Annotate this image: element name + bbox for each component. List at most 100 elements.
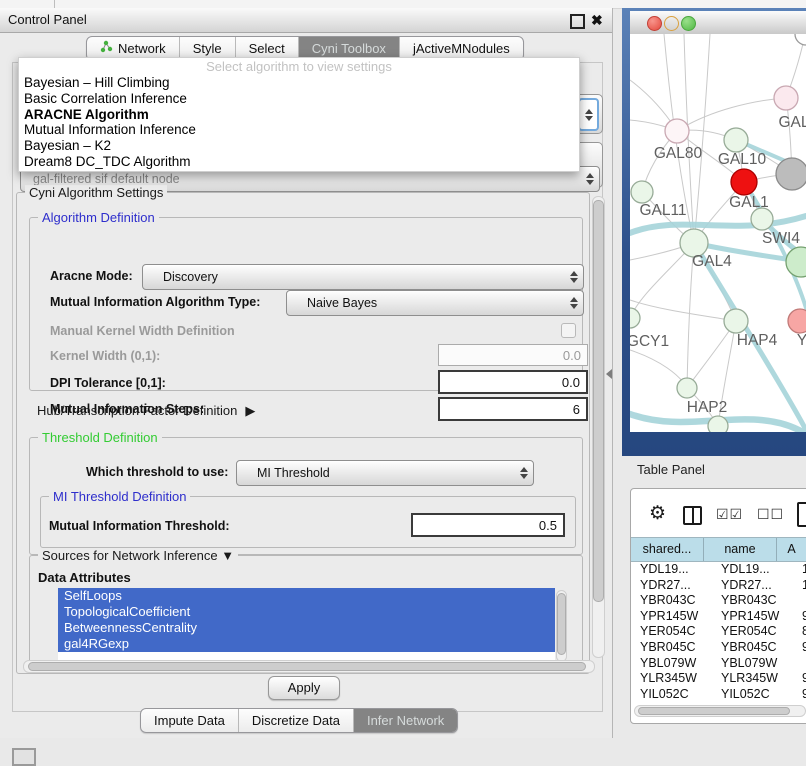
minimize-traffic-light[interactable]	[664, 16, 679, 31]
apply-button[interactable]: Apply	[268, 676, 340, 700]
node-label: HAP2	[687, 399, 728, 416]
mi-type-select[interactable]: Naive Bayes	[286, 290, 584, 316]
network-node-y[interactable]	[788, 309, 806, 333]
table-row[interactable]: YPR145WYPR145W9.	[631, 609, 806, 625]
node-label: SWI4	[762, 230, 800, 247]
table-header-row: shared... name A	[631, 537, 806, 562]
table-row[interactable]: YDL19...YDL19...13	[631, 562, 806, 578]
aracne-mode-value: Discovery	[143, 270, 565, 284]
attribute-list-item[interactable]: TopologicalCoefficient	[58, 604, 555, 620]
table-row[interactable]: YDR27...YDR27...12	[631, 578, 806, 594]
select-all-columns-icon[interactable]: ☑☑	[716, 506, 743, 523]
mi-steps-field[interactable]: 6	[438, 397, 588, 421]
network-node-gcy1[interactable]	[630, 308, 640, 328]
zoom-traffic-light[interactable]	[681, 16, 696, 31]
table-row[interactable]: YLR345WYLR345W9.	[631, 671, 806, 687]
algorithm-option[interactable]: Bayesian – Hill Climbing	[19, 75, 579, 91]
table-settings-gear-icon[interactable]: ⚙	[649, 503, 666, 525]
table-rows[interactable]: YDL19...YDL19...13YDR27...YDR27...12YBR0…	[631, 562, 806, 703]
network-node-gal[interactable]	[774, 86, 798, 110]
tab-impute-data[interactable]: Impute Data	[141, 709, 239, 732]
column-header-partial[interactable]: A	[777, 538, 806, 561]
tab-infer-network[interactable]: Infer Network	[354, 709, 457, 732]
sources-group: Sources for Network Inference ▼ Data Att…	[29, 555, 583, 669]
network-node[interactable]	[795, 34, 806, 45]
node-label: GAL1	[729, 194, 769, 211]
mi-threshold-field[interactable]: 0.5	[411, 513, 565, 537]
sources-group-title: Sources for Network Inference ▼	[38, 548, 238, 563]
minimized-panel-icon[interactable]	[12, 748, 36, 766]
table-cell: YDL19...	[631, 562, 712, 578]
attribute-list-item[interactable]: SelfLoops	[58, 588, 555, 604]
collapsed-arrow-icon: ▶	[245, 403, 255, 419]
unselect-all-columns-icon[interactable]: ☐☐	[757, 506, 784, 523]
threshold-definition-group: Threshold Definition Which threshold to …	[29, 437, 583, 555]
network-node[interactable]	[708, 416, 728, 432]
network-canvas[interactable]: GALGAL80GAL10GAL1GAL11SWI4GAL4GCY1HAP4YH…	[630, 34, 806, 432]
show-columns-icon[interactable]	[683, 506, 702, 525]
table-row[interactable]: YER054CYER054C8.	[631, 624, 806, 640]
network-node-hap4[interactable]	[724, 309, 748, 333]
export-table-icon[interactable]	[797, 502, 806, 527]
attribute-list-item[interactable]: BetweennessCentrality	[58, 620, 555, 636]
stepper-icon	[515, 467, 533, 479]
table-cell: YBL079W	[712, 656, 793, 672]
network-node-gal10[interactable]	[724, 128, 748, 152]
network-node-gal80[interactable]	[665, 119, 689, 143]
settings-vscrollbar[interactable]	[592, 196, 605, 658]
table-row[interactable]: YBR045CYBR045C9.	[631, 640, 806, 656]
split-divider-grip[interactable]	[606, 369, 612, 379]
close-icon[interactable]: ✖	[591, 11, 603, 29]
network-source-value: gal-filtered sif default node	[21, 172, 581, 186]
table-row[interactable]: YIL052CYIL052C9	[631, 687, 806, 703]
network-node-gal1[interactable]	[731, 169, 757, 195]
column-header-shared-name[interactable]: shared...	[631, 538, 704, 561]
stepper-icon	[565, 271, 583, 283]
network-node-gal11[interactable]	[631, 181, 653, 203]
table-cell: YDR27...	[631, 578, 712, 594]
dpi-tolerance-field[interactable]: 0.0	[438, 370, 588, 394]
table-cell: 8.	[793, 624, 806, 640]
attribute-list-item[interactable]: gal4RGexp	[58, 636, 555, 652]
manual-kernel-checkbox[interactable]	[561, 323, 576, 338]
network-window-titlebar[interactable]	[630, 11, 806, 35]
aracne-mode-label: Aracne Mode:	[50, 269, 133, 283]
table-cell: YDR27...	[712, 578, 793, 594]
table-cell: 9.	[793, 671, 806, 687]
float-panel-icon[interactable]	[570, 14, 585, 29]
network-node-hap2[interactable]	[677, 378, 697, 398]
tab-label: Impute Data	[154, 709, 225, 732]
network-node-swi4[interactable]	[751, 208, 773, 230]
table-row[interactable]: YBL079WYBL079W	[631, 656, 806, 672]
column-header-name[interactable]: name	[704, 538, 777, 561]
algorithm-option[interactable]: ARACNE Algorithm	[19, 107, 579, 123]
algorithm-option[interactable]: Dream8 DC_TDC Algorithm	[19, 154, 579, 170]
mi-threshold-label: Mutual Information Threshold:	[49, 519, 230, 533]
which-threshold-select[interactable]: MI Threshold	[236, 460, 534, 486]
algorithm-combo-stepper[interactable]	[578, 98, 599, 131]
expanded-arrow-icon[interactable]: ▼	[221, 548, 234, 563]
table-cell: 13	[793, 562, 806, 578]
aracne-mode-select[interactable]: Discovery	[142, 264, 584, 290]
attributes-list-scrollbar[interactable]	[556, 590, 567, 662]
control-panel-window: Control Panel ✖ Network Style Select Cyn…	[0, 8, 613, 738]
table-row[interactable]: YBR043CYBR043C	[631, 593, 806, 609]
node-label: GCY1	[630, 333, 669, 350]
close-traffic-light[interactable]	[647, 16, 662, 31]
hub-definition-expander[interactable]: Hub/Transcription Factor Definition ▶	[37, 403, 255, 419]
tab-discretize-data[interactable]: Discretize Data	[239, 709, 354, 732]
table-cell	[793, 656, 806, 672]
kernel-width-label: Kernel Width (0,1):	[50, 349, 160, 363]
data-attributes-list[interactable]: SelfLoopsTopologicalCoefficientBetweenne…	[58, 588, 555, 662]
settings-hscrollbar[interactable]	[23, 660, 595, 673]
node-label: GAL	[778, 114, 806, 131]
algorithm-definition-group: Algorithm Definition Aracne Mode: Discov…	[29, 217, 583, 391]
algorithm-option[interactable]: Mutual Information Inference	[19, 122, 579, 138]
table-cell: YPR145W	[712, 609, 793, 625]
algorithm-option[interactable]: Basic Correlation Inference	[19, 91, 579, 107]
algorithm-option[interactable]: Bayesian – K2	[19, 138, 579, 154]
hub-definition-label: Hub/Transcription Factor Definition	[37, 403, 237, 418]
table-hscrollbar[interactable]	[634, 705, 806, 717]
network-node[interactable]	[786, 247, 806, 277]
network-node[interactable]	[776, 158, 806, 190]
